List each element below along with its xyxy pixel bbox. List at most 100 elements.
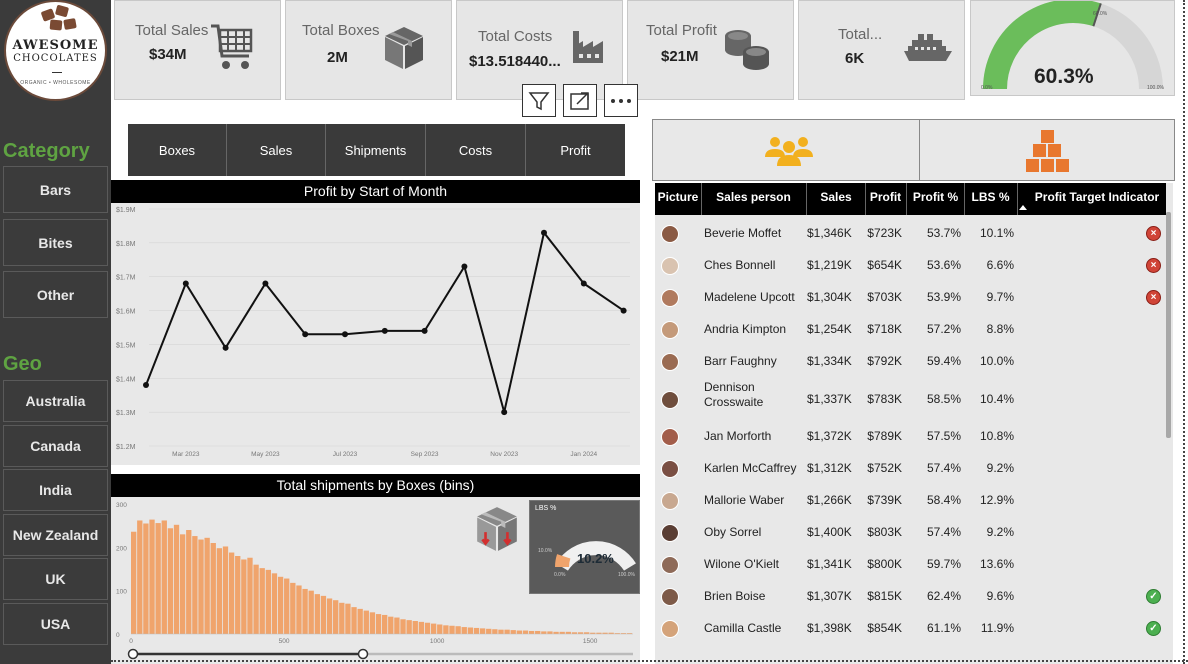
histogram-bar[interactable] [510, 630, 516, 634]
histogram-bar[interactable] [235, 556, 241, 634]
table-row[interactable]: Andria Kimpton $1,254K $718K 57.2% 8.8% [655, 313, 1166, 345]
histogram-bar[interactable] [167, 528, 174, 634]
histogram-bar[interactable] [357, 608, 363, 634]
table-row[interactable]: Oby Sorrel $1,400K $803K 57.4% 9.2% [655, 516, 1166, 548]
histogram-bar[interactable] [222, 546, 229, 634]
histogram-bar[interactable] [394, 617, 400, 634]
histogram-bar[interactable] [479, 628, 486, 634]
table-row[interactable]: Mallorie Waber $1,266K $739K 58.4% 12.9% [655, 484, 1166, 516]
table-row[interactable]: Beverie Moffet $1,346K $723K 53.7% 10.1% × [655, 217, 1166, 249]
histogram-bar[interactable] [559, 631, 565, 634]
histogram-bar[interactable] [400, 619, 406, 634]
histogram-bar[interactable] [369, 612, 376, 634]
histogram-bar[interactable] [522, 630, 529, 634]
slicer-category-other[interactable]: Other [3, 271, 108, 318]
histogram-bar[interactable] [541, 631, 547, 634]
histogram-bar[interactable] [443, 625, 449, 634]
tab-boxes[interactable]: Boxes [128, 124, 227, 176]
slicer-geo-new-zealand[interactable]: New Zealand [3, 514, 108, 556]
histogram-bar[interactable] [186, 530, 192, 634]
histogram-bar[interactable] [198, 539, 204, 634]
histogram-bar[interactable] [455, 626, 461, 634]
slicer-geo-australia[interactable]: Australia [3, 380, 108, 422]
histogram-bar[interactable] [131, 531, 137, 634]
data-point[interactable] [143, 382, 149, 389]
histogram-bar[interactable] [259, 568, 265, 634]
histogram-bar[interactable] [486, 628, 492, 634]
histogram-bar[interactable] [173, 524, 180, 634]
histogram-bar[interactable] [326, 598, 333, 634]
histogram-bar[interactable] [528, 630, 535, 634]
table-row[interactable]: Jan Morforth $1,372K $789K 57.5% 10.8% [655, 420, 1166, 452]
histogram-bar[interactable] [143, 523, 149, 635]
histogram-bar[interactable] [547, 631, 553, 634]
histogram-bar[interactable] [247, 557, 253, 634]
range-slider-start-handle[interactable] [127, 648, 139, 660]
histogram-bar[interactable] [179, 534, 186, 634]
table-row[interactable]: Dennison Crosswaite $1,337K $783K 58.5% 10.4… [655, 377, 1166, 420]
histogram-bar[interactable] [535, 630, 541, 634]
histogram-bar[interactable] [363, 610, 369, 634]
histogram-bar[interactable] [290, 582, 296, 634]
histogram-bar[interactable] [161, 520, 167, 634]
histogram-bar[interactable] [314, 594, 320, 634]
histogram-bar[interactable] [271, 573, 278, 634]
histogram-bar[interactable] [424, 622, 431, 634]
histogram-bar[interactable] [418, 621, 425, 634]
table-row[interactable]: Karlen McCaffrey $1,312K $752K 57.4% 9.2% [655, 452, 1166, 484]
histogram-bar[interactable] [406, 620, 412, 634]
slicer-category-bars[interactable]: Bars [3, 166, 108, 213]
histogram-bar[interactable] [137, 520, 143, 634]
histogram-bar[interactable] [516, 630, 523, 634]
tab-sales[interactable]: Sales [227, 124, 326, 176]
histogram-bar[interactable] [308, 590, 314, 634]
histogram-bar[interactable] [473, 627, 480, 634]
data-point[interactable] [580, 280, 587, 287]
data-point[interactable] [182, 280, 189, 287]
col-sales[interactable]: Sales [807, 183, 865, 215]
filter-button[interactable] [522, 84, 556, 117]
histogram-bar[interactable] [449, 625, 455, 634]
slicer-category-bites[interactable]: Bites [3, 219, 108, 266]
histogram-bar[interactable] [388, 616, 394, 634]
col-profit[interactable]: Profit [866, 183, 905, 215]
data-point[interactable] [222, 344, 229, 351]
data-point[interactable] [501, 409, 508, 416]
table-row[interactable]: Brien Boise $1,307K $815K 62.4% 9.6% ✓ [655, 580, 1166, 612]
col-profit-pct[interactable]: Profit % [907, 183, 964, 215]
view-salesperson-button[interactable] [652, 119, 920, 181]
histogram-bar[interactable] [351, 607, 357, 634]
histogram-bar[interactable] [467, 627, 474, 635]
table-row[interactable]: Wilone O'Kielt $1,341K $800K 59.7% 13.6% [655, 548, 1166, 580]
histogram-bar[interactable] [284, 578, 290, 634]
data-point[interactable] [421, 327, 428, 334]
histogram-bar[interactable] [296, 585, 302, 634]
table-row[interactable]: Ches Bonnell $1,219K $654K 53.6% 6.6% × [655, 249, 1166, 281]
range-slider-end-handle[interactable] [357, 648, 369, 660]
histogram-bar[interactable] [345, 603, 351, 634]
histogram-bar[interactable] [216, 548, 223, 634]
slicer-geo-uk[interactable]: UK [3, 558, 108, 600]
histogram-bar[interactable] [277, 576, 284, 634]
table-row[interactable]: Camilla Castle $1,398K $854K 61.1% 11.9% ✓ [655, 612, 1166, 644]
data-point[interactable] [381, 327, 388, 334]
histogram-bar[interactable] [149, 519, 155, 634]
view-products-button[interactable] [920, 119, 1175, 181]
histogram-bar[interactable] [192, 536, 198, 634]
slicer-geo-canada[interactable]: Canada [3, 425, 108, 467]
histogram-bar[interactable] [241, 559, 247, 634]
data-point[interactable] [541, 229, 547, 236]
col-sales-person[interactable]: Sales person [702, 183, 805, 215]
data-point[interactable] [620, 307, 627, 314]
tab-profit[interactable]: Profit [526, 124, 625, 176]
histogram-bar[interactable] [553, 631, 559, 634]
data-point[interactable] [342, 331, 348, 338]
table-row[interactable]: Barr Faughny $1,334K $792K 59.4% 10.0% [655, 345, 1166, 377]
histogram-bar[interactable] [375, 614, 382, 634]
histogram-bar[interactable] [210, 543, 216, 634]
histogram-bar[interactable] [461, 627, 467, 634]
data-point[interactable] [302, 331, 309, 338]
histogram-bar[interactable] [253, 564, 259, 634]
histogram-bar[interactable] [412, 621, 418, 634]
col-profit-target-indicator[interactable]: Profit Target Indicator [1018, 183, 1166, 215]
